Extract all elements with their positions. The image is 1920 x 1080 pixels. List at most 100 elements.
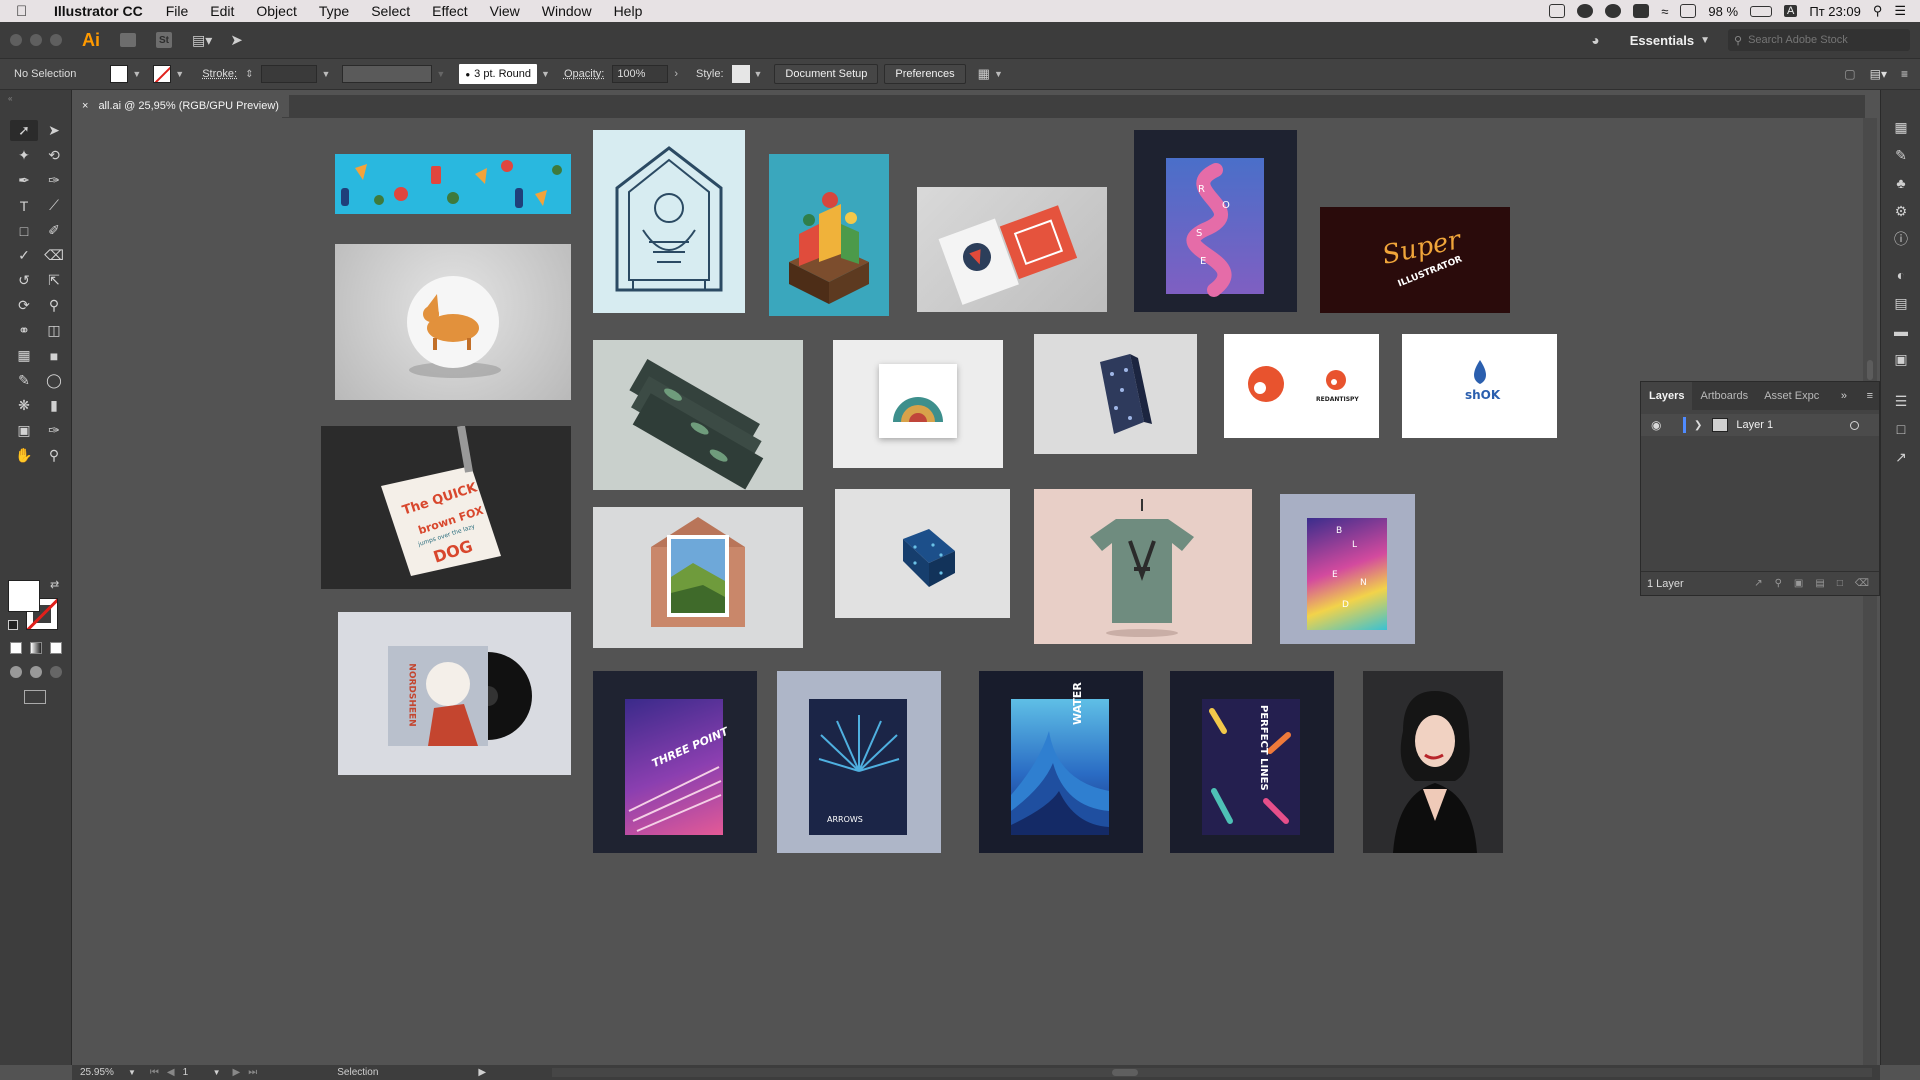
artwork-quick-fox-poster[interactable]: The QUICK brown FOX jumps over the lazy … (321, 426, 571, 589)
puppet-warp-tool-icon[interactable]: ⚲ (40, 295, 68, 316)
artboards-panel-icon[interactable]: □ (1893, 422, 1909, 436)
draw-behind-icon[interactable] (30, 666, 42, 678)
artboard-number[interactable]: 1 (183, 1067, 213, 1078)
artwork-framed-mandala[interactable] (833, 340, 1003, 468)
export-icon[interactable]: ↗ (1893, 450, 1909, 464)
bridge-icon[interactable] (120, 33, 136, 47)
chevron-down-icon[interactable]: ▼ (436, 69, 445, 79)
panel-menu-icon[interactable]: ≡ (1861, 390, 1879, 402)
chevron-down-icon[interactable]: ▼ (321, 69, 330, 79)
artwork-redantispy-logo[interactable]: REDANTISPY (1224, 334, 1379, 438)
vertical-scroll-thumb[interactable] (1867, 360, 1873, 380)
mesh-tool-icon[interactable]: ▦ (10, 345, 38, 366)
menu-file[interactable]: File (155, 3, 200, 19)
curvature-tool-icon[interactable]: ✑ (40, 170, 68, 191)
document-setup-button[interactable]: Document Setup (774, 64, 879, 84)
first-artboard-icon[interactable]: ⏮ (150, 1067, 159, 1078)
current-tool-status[interactable]: Selection (337, 1067, 378, 1078)
artwork-tshirt-mockup[interactable] (1034, 489, 1252, 644)
column-graph-tool-icon[interactable]: ▮ (40, 395, 68, 416)
perspective-grid-tool-icon[interactable]: ◫ (40, 320, 68, 341)
airplay-icon[interactable] (1680, 4, 1697, 18)
apple-menu-icon[interactable]:  (16, 3, 42, 20)
artwork-food-pattern[interactable] (335, 154, 571, 214)
new-layer-icon[interactable]: □ (1837, 578, 1843, 589)
variable-width-profile[interactable] (342, 65, 433, 83)
wifi-icon[interactable]: ≈ (1661, 4, 1668, 19)
shaper-tool-icon[interactable]: ✓ (10, 245, 38, 266)
preferences-button[interactable]: Preferences (884, 64, 966, 84)
menu-view[interactable]: View (479, 3, 531, 19)
prev-artboard-icon[interactable]: ◀ (167, 1067, 175, 1078)
draw-inside-icon[interactable] (50, 666, 62, 678)
pathfinder-icon[interactable]: ▣ (1893, 352, 1909, 366)
zoom-window-button[interactable] (50, 34, 62, 46)
type-tool-icon[interactable]: T (10, 195, 38, 216)
chevron-right-icon[interactable]: › (674, 68, 678, 80)
canvas[interactable]: R O S E Super ILLUSTRATOR REDANTISPY shO… (72, 118, 1863, 1065)
artwork-rose-poster[interactable]: R O S E (1134, 130, 1297, 312)
settings-gear-icon[interactable]: ⚙ (1893, 204, 1909, 218)
artwork-water-poster[interactable]: WATER (979, 671, 1143, 853)
symbols-icon[interactable]: ♣ (1893, 176, 1909, 190)
artwork-iso-castle[interactable] (769, 154, 889, 316)
artwork-corgi-button[interactable] (335, 244, 571, 400)
menu-window[interactable]: Window (531, 3, 603, 19)
fill-color-swatch[interactable] (110, 65, 129, 83)
battery-icon[interactable] (1750, 5, 1773, 17)
horizontal-scrollbar[interactable] (552, 1068, 1872, 1077)
menu-object[interactable]: Object (245, 3, 307, 19)
artwork-three-point-poster[interactable]: THREE POINT (593, 671, 757, 853)
artwork-blend-poster[interactable]: B L E N D (1280, 494, 1415, 644)
artwork-shok-logo[interactable]: shOK (1402, 334, 1557, 438)
fill-swatch[interactable] (8, 580, 40, 612)
artboard-tool-icon[interactable]: ▣ (10, 420, 38, 441)
blend-tool-icon[interactable]: ◯ (40, 370, 68, 391)
artwork-super-illustrator[interactable]: Super ILLUSTRATOR (1320, 207, 1510, 313)
stroke-label[interactable]: Stroke: (202, 68, 237, 80)
artwork-pattern-box[interactable] (1034, 334, 1197, 454)
symbol-sprayer-tool-icon[interactable]: ❋ (10, 395, 38, 416)
isolate-icon[interactable]: ▢ (1844, 67, 1855, 81)
eyedropper-tool-icon[interactable]: ✎ (10, 370, 38, 391)
export-layer-icon[interactable]: ↗ (1754, 578, 1762, 589)
artwork-cards-mockup[interactable] (917, 187, 1107, 312)
layer-row[interactable]: ◉ ❯ Layer 1 (1641, 414, 1879, 436)
stroke-weight-field[interactable] (261, 65, 318, 83)
layer-target-icon[interactable] (1850, 420, 1859, 430)
menu-edit[interactable]: Edit (199, 3, 245, 19)
menu-type[interactable]: Type (308, 3, 360, 19)
tab-layers[interactable]: Layers (1641, 382, 1693, 410)
stock-search[interactable]: ⚲ (1728, 29, 1910, 51)
new-sublayer-icon[interactable]: ▤ (1815, 578, 1824, 589)
input-source-icon[interactable]: A (1784, 5, 1798, 17)
artwork-viking-badge[interactable] (593, 130, 745, 313)
artwork-iso-box[interactable] (835, 489, 1010, 618)
properties-icon[interactable]: ▦ (1893, 120, 1909, 134)
gradient-mode-icon[interactable] (30, 642, 42, 654)
eraser-tool-icon[interactable]: ⌫ (40, 245, 68, 266)
paintbrush-tool-icon[interactable]: ✐ (40, 220, 68, 241)
clock[interactable]: Пт 23:09 (1809, 4, 1860, 19)
chevron-down-icon[interactable]: ▼ (213, 1068, 221, 1077)
brush-definition[interactable]: ● 3 pt. Round (459, 64, 538, 84)
width-tool-icon[interactable]: ⟳ (10, 295, 38, 316)
clipping-mask-icon[interactable]: ▣ (1794, 578, 1803, 589)
hand-tool-icon[interactable]: ✋ (10, 445, 38, 466)
default-fill-stroke-icon[interactable] (8, 620, 18, 630)
evernote-icon[interactable] (1633, 4, 1650, 18)
color-guide-icon[interactable]: ▤ (1893, 296, 1909, 310)
artwork-woman-portrait[interactable] (1363, 671, 1503, 853)
horizontal-scroll-thumb[interactable] (1112, 1069, 1138, 1076)
stock-search-input[interactable] (1748, 34, 1899, 46)
expand-layer-icon[interactable]: ❯ (1694, 420, 1702, 431)
zoom-level[interactable]: 25.95% (80, 1067, 128, 1078)
align-panel-icon[interactable]: ▬ (1893, 324, 1909, 338)
last-artboard-icon[interactable]: ⏭ (248, 1067, 257, 1078)
delete-layer-icon[interactable]: ⌫ (1855, 578, 1869, 589)
document-tab[interactable]: × all.ai @ 25,95% (RGB/GPU Preview) (72, 95, 289, 117)
skype-icon[interactable] (1605, 4, 1622, 18)
selection-tool-icon[interactable]: ➚ (10, 120, 38, 141)
app-menu[interactable]: Illustrator CC (42, 3, 155, 19)
screen-record-icon[interactable] (1549, 4, 1566, 18)
